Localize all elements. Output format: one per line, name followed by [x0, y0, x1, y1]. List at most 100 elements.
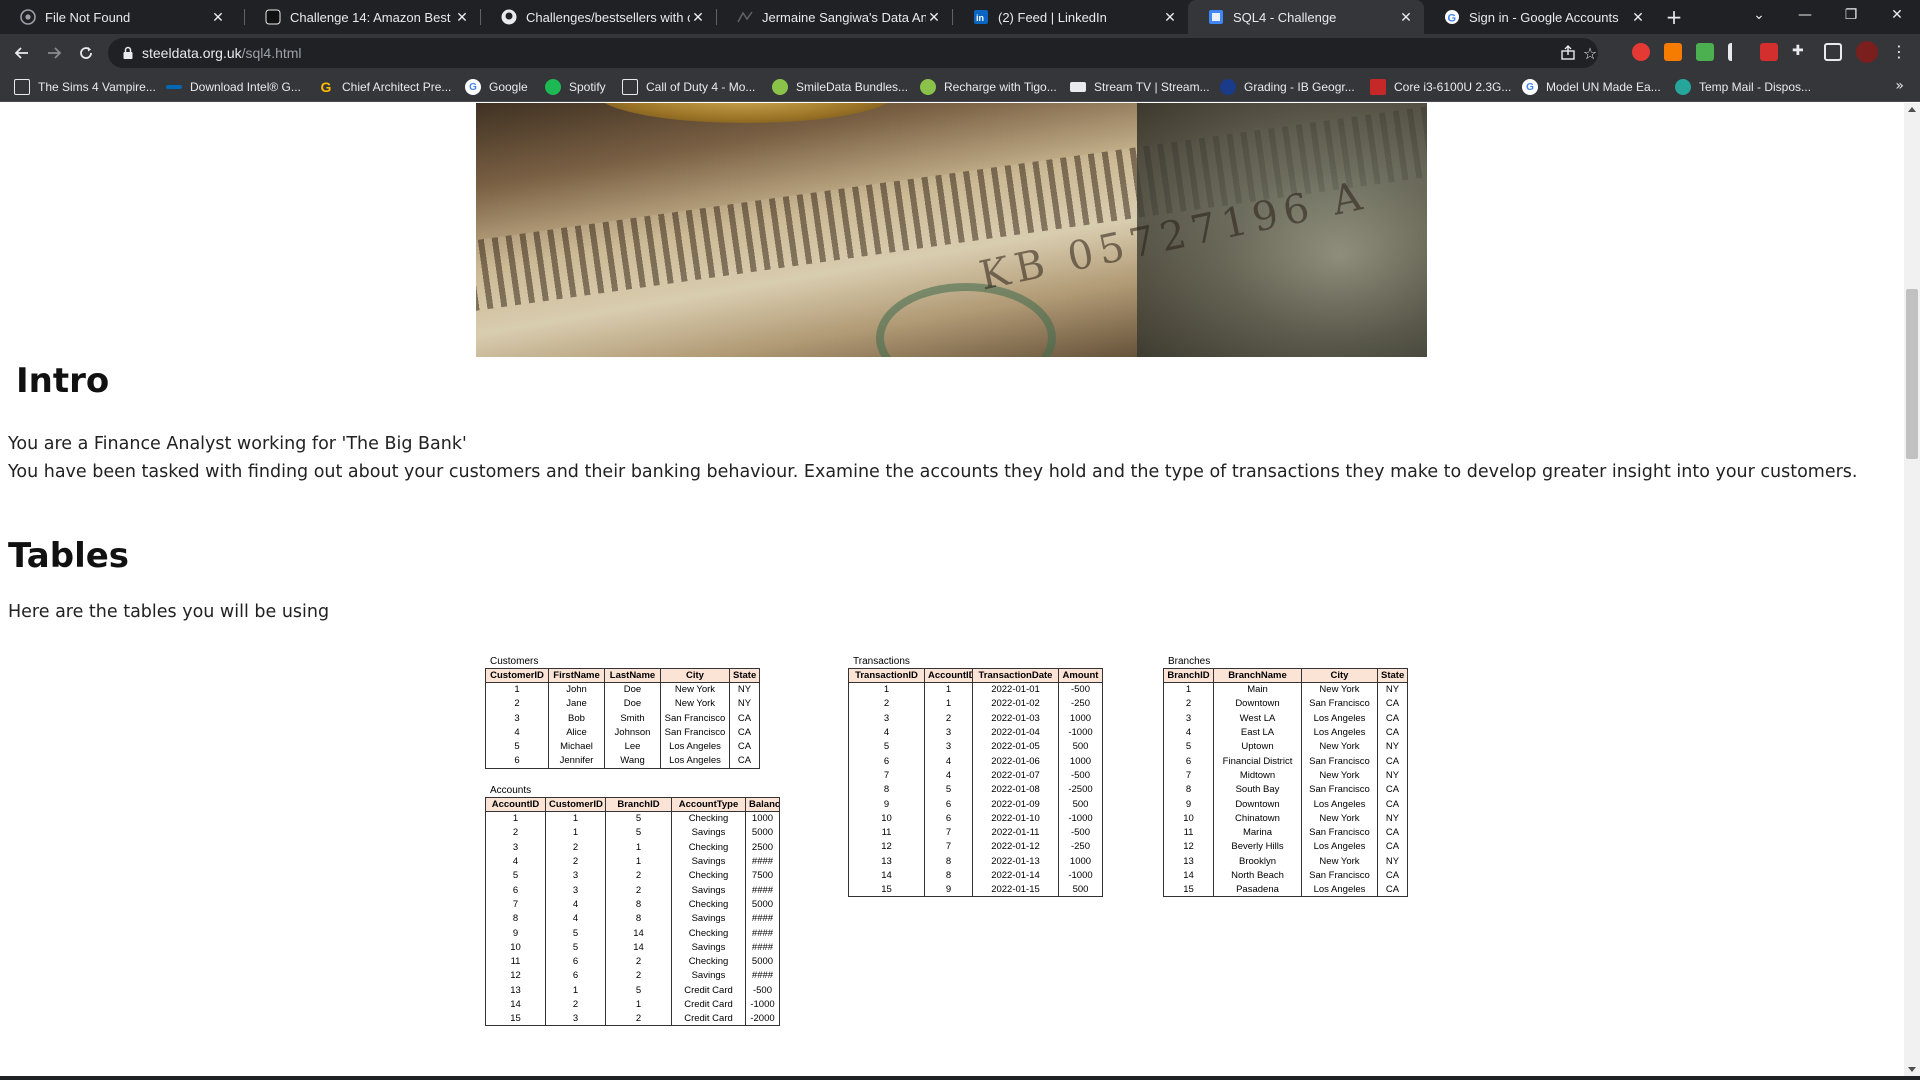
table-cell: 500: [1058, 796, 1103, 812]
table-cell: 7: [924, 825, 973, 840]
tab-linkedin[interactable]: in (2) Feed | LinkedIn ✕: [953, 0, 1188, 34]
forward-button[interactable]: [42, 41, 66, 65]
close-tab-icon[interactable]: ✕: [1630, 9, 1646, 25]
translate-extension-icon[interactable]: [1696, 43, 1714, 61]
table-cell: Bob: [548, 711, 605, 726]
extensions-puzzle-icon[interactable]: ✚: [1792, 43, 1810, 61]
share-button[interactable]: [1558, 43, 1578, 63]
table-cell: 7500: [745, 868, 780, 883]
bookmark-star-button[interactable]: ☆: [1580, 43, 1600, 63]
tab-amazon-best-sellers[interactable]: Challenge 14: Amazon Best Selli ✕: [245, 0, 480, 34]
table-row: 4 Alice Johnson San Francisco CA: [485, 725, 760, 740]
restore-button[interactable]: ❐: [1828, 0, 1874, 30]
tab-google-sign-in[interactable]: G Sign in - Google Accounts ✕: [1424, 0, 1656, 34]
tab-portfolio[interactable]: Jermaine Sangiwa's Data Analyti ✕: [717, 0, 952, 34]
scroll-down-arrow-icon[interactable]: [1908, 1067, 1916, 1072]
table-cell: -500: [745, 983, 780, 998]
tab-title: File Not Found: [45, 9, 131, 25]
close-tab-icon[interactable]: ✕: [454, 9, 470, 25]
accounts-table-image: Accounts AccountID CustomerID BranchID Accou…: [485, 785, 780, 1027]
url-domain: steeldata.org.uk: [142, 45, 242, 61]
tab-github-challenges[interactable]: Challenges/bestsellers with cate ✕: [481, 0, 716, 34]
bookmark-spotify[interactable]: Spotify: [545, 72, 606, 102]
bookmark-stream-tv[interactable]: Stream TV | Stream...: [1070, 72, 1210, 102]
close-tab-icon[interactable]: ✕: [690, 9, 706, 25]
bookmark-core-i3[interactable]: Core i3-6100U 2.3G...: [1370, 72, 1511, 102]
tab-file-not-found[interactable]: File Not Found ✕: [0, 0, 236, 34]
table-cell: 2022-01-09: [972, 796, 1059, 812]
bookmark-temp-mail[interactable]: Temp Mail - Dispos...: [1675, 72, 1811, 102]
side-panel-icon[interactable]: [1824, 43, 1842, 61]
close-tab-icon[interactable]: ✕: [1398, 9, 1414, 25]
bookmark-tigo[interactable]: Recharge with Tigo...: [920, 72, 1057, 102]
password-extension-icon[interactable]: [1760, 43, 1778, 61]
column-header: City: [1301, 668, 1378, 683]
bookmark-label: Temp Mail - Dispos...: [1699, 80, 1812, 94]
table-cell: 2500: [745, 840, 780, 855]
table-cell: Jennifer: [548, 753, 605, 769]
table-cell: San Francisco: [1301, 696, 1378, 712]
transactions-table-caption: Transactions: [853, 656, 910, 667]
lock-icon[interactable]: [120, 45, 136, 61]
minimize-button[interactable]: —: [1782, 0, 1828, 30]
close-window-button[interactable]: ✕: [1874, 0, 1920, 30]
table-cell: 6: [485, 753, 549, 769]
g-logo-icon: G: [320, 79, 332, 95]
table-cell: Los Angeles: [1301, 796, 1378, 812]
url-text[interactable]: steeldata.org.uk/sql4.html: [142, 45, 302, 61]
bookmark-ib-geography[interactable]: Grading - IB Geogr...: [1220, 72, 1355, 102]
forward-arrow-icon: [48, 47, 62, 59]
column-header: TransactionDate: [972, 668, 1059, 683]
bookmark-model-un[interactable]: G Model UN Made Ea...: [1522, 72, 1661, 102]
profile-avatar[interactable]: [1856, 41, 1878, 63]
table-row: 12 6 2 Savings ####: [485, 968, 780, 984]
table-cell: 15: [485, 1011, 546, 1027]
table-cell: 2022-01-15: [972, 882, 1059, 898]
site-icon: [1208, 9, 1224, 25]
close-tab-icon[interactable]: ✕: [1162, 9, 1178, 25]
scroll-up-arrow-icon[interactable]: [1908, 107, 1916, 112]
bookmark-label: Chief Architect Pre...: [342, 80, 452, 94]
table-cell: 12: [1163, 839, 1214, 855]
kebab-menu-icon[interactable]: ⋮: [1890, 42, 1908, 61]
back-button[interactable]: [10, 41, 34, 65]
page-scrollbar[interactable]: [1904, 103, 1920, 1076]
close-tab-icon[interactable]: ✕: [210, 9, 226, 25]
table-cell: 1: [485, 811, 546, 826]
bookmark-call-of-duty[interactable]: Call of Duty 4 - Mo...: [622, 72, 755, 102]
url-path: /sql4.html: [241, 45, 302, 61]
bookmark-chief-architect[interactable]: G Chief Architect Pre...: [318, 72, 452, 102]
table-row: 3 West LA Los Angeles CA: [1163, 711, 1408, 726]
table-cell: ####: [745, 911, 780, 926]
bookmark-intel[interactable]: Download Intel® G...: [166, 72, 301, 102]
new-tab-button[interactable]: +: [1662, 5, 1686, 29]
table-cell: 10: [1163, 811, 1214, 826]
metamask-extension-icon[interactable]: [1664, 43, 1682, 61]
svg-text:G: G: [1448, 13, 1457, 25]
bookmark-smiledata[interactable]: SmileData Bundles...: [772, 72, 908, 102]
table-row: 15 Pasadena Los Angeles CA: [1163, 882, 1408, 898]
table-cell: -1000: [1058, 868, 1103, 883]
table-cell: CA: [1377, 868, 1408, 883]
table-cell: -1000: [1058, 725, 1103, 740]
table-cell: 2022-01-02: [972, 696, 1059, 712]
table-cell: 14: [485, 997, 546, 1012]
bookmark-sims4[interactable]: The Sims 4 Vampire...: [14, 72, 156, 102]
table-cell: 4: [1163, 725, 1214, 740]
table-cell: CA: [1377, 725, 1408, 740]
reload-button[interactable]: [74, 41, 98, 65]
more-bookmarks-chevron-icon[interactable]: »: [1895, 78, 1904, 94]
tab-sql4-challenge[interactable]: SQL4 - Challenge ✕: [1188, 0, 1424, 34]
scroll-thumb[interactable]: [1906, 289, 1918, 459]
stats-extension-icon[interactable]: [1728, 43, 1746, 61]
bookmark-google[interactable]: G Google: [465, 72, 528, 102]
close-tab-icon[interactable]: ✕: [926, 9, 942, 25]
tab-search-button[interactable]: ⌄: [1736, 0, 1782, 30]
table-cell: 1: [848, 682, 925, 697]
tab-title: Challenges/bestsellers with cate: [526, 9, 690, 25]
table-cell: New York: [1301, 682, 1378, 697]
opera-adblock-extension-icon[interactable]: [1632, 43, 1650, 61]
table-row: 10 6 2022-01-10 -1000: [848, 811, 1103, 826]
address-bar[interactable]: steeldata.org.uk/sql4.html ☆: [108, 38, 1598, 68]
tab-title: Jermaine Sangiwa's Data Analyti: [762, 9, 926, 25]
